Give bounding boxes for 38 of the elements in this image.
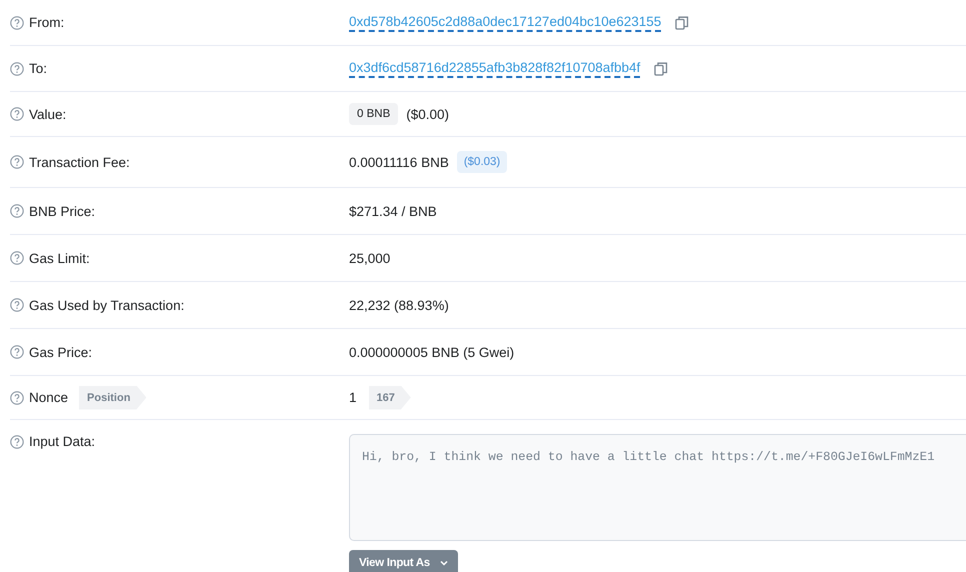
copy-icon[interactable] (654, 62, 668, 76)
field-label: Gas Price: (29, 344, 92, 360)
address-link[interactable]: 0xd578b42605c2d88a0dec17127ed04bc10e623155 (349, 14, 662, 32)
help-icon (10, 204, 24, 218)
position-value-tag: 167 (368, 386, 411, 410)
field-value: 22,232 (88.93%) (349, 298, 449, 312)
help-icon (10, 345, 24, 359)
field-value: 25,000 (349, 250, 390, 266)
amount-badge: 0 BNB (349, 103, 398, 125)
address-link[interactable]: 0x3df6cd58716d22855afb3b828f82f10708afbb4f (349, 60, 640, 78)
input-data-field[interactable]: Hi, bro, I think we need to have a little chat https://t.me/+F80GJeI6wLFmMzE1 (349, 434, 966, 541)
field-label: Gas Limit: (29, 250, 90, 266)
field-label: Input Data: (29, 434, 96, 449)
help-icon (10, 62, 24, 76)
field-label: Transaction Fee: (29, 154, 130, 170)
help-icon (10, 390, 24, 404)
caret-icon (440, 560, 448, 566)
fiat-value: ($0.00) (406, 106, 450, 122)
field-label: From: (29, 15, 64, 30)
copy-icon[interactable] (675, 16, 690, 30)
field-label: Value: (29, 106, 66, 122)
field-value: 0.000000005 BNB (5 Gwei) (349, 344, 514, 360)
help-icon (10, 155, 24, 169)
field-label: BNB Price: (29, 204, 96, 218)
fee-amount: 0.00011116 BNB (349, 154, 449, 170)
help-icon (10, 107, 24, 121)
view-input-button[interactable]: View Input As (349, 550, 458, 572)
help-icon (10, 298, 24, 312)
help-icon (10, 434, 24, 448)
field-value: $271.34 / BNB (349, 204, 437, 218)
nonce-value: 1 (349, 390, 357, 405)
field-label: Nonce (29, 390, 68, 405)
field-label: To: (29, 61, 48, 76)
help-icon (10, 251, 24, 265)
help-icon (10, 16, 24, 30)
fiat-badge: ($0.03) (456, 151, 508, 173)
position-tag: Position (79, 386, 146, 410)
field-label: Gas Used by Transaction: (29, 298, 184, 312)
